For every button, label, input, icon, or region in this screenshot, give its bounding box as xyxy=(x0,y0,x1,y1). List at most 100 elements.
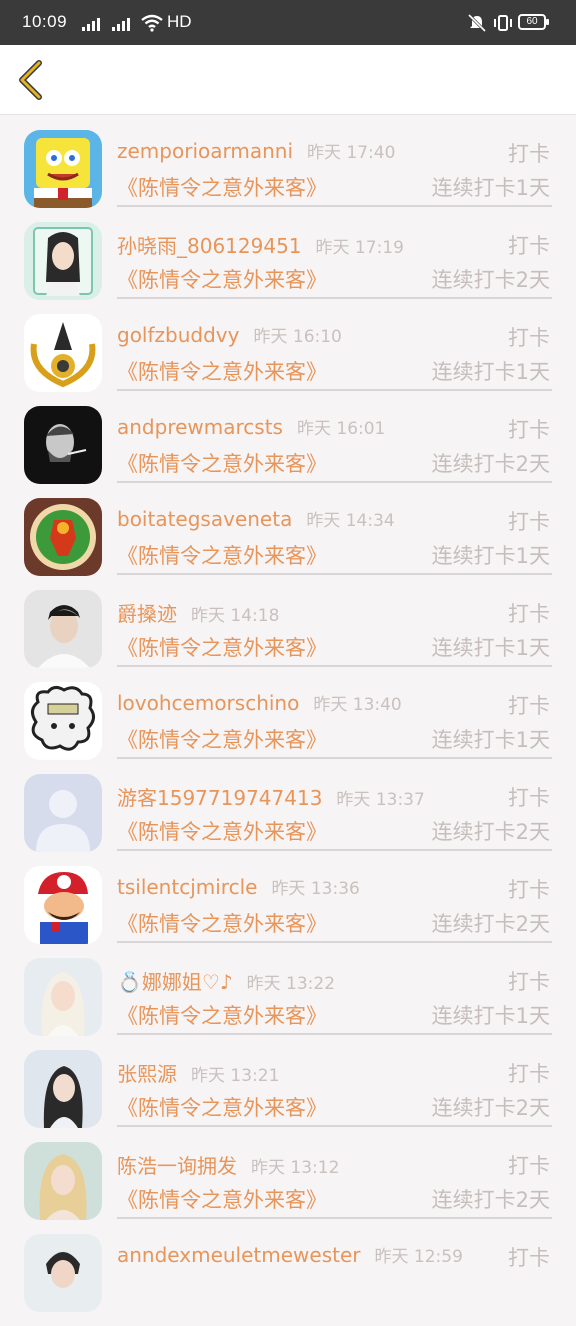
book-title[interactable]: 《陈情令之意外来客》 xyxy=(117,908,327,938)
vibrate-icon xyxy=(492,14,514,37)
user-name[interactable]: 💍娜娜姐♡♪ 昨天 13:22 xyxy=(117,966,335,995)
checkin-time: 昨天 13:36 xyxy=(271,879,360,899)
checkin-label: 打卡 xyxy=(508,510,550,534)
streak-label: 连续打卡1天 xyxy=(431,636,550,660)
checkin-time: 昨天 17:40 xyxy=(307,143,396,163)
checkin-label: 打卡 xyxy=(508,234,550,258)
avatar[interactable] xyxy=(24,1142,102,1220)
avatar[interactable] xyxy=(24,498,102,576)
streak-label: 连续打卡2天 xyxy=(431,452,550,476)
list-item[interactable]: 爵搡迹 昨天 14:18 打卡 《陈情令之意外来客》 连续打卡1天 xyxy=(0,590,576,682)
avatar[interactable] xyxy=(24,222,102,300)
user-name[interactable]: boitategsaveneta 昨天 14:34 xyxy=(117,506,395,531)
back-button[interactable] xyxy=(12,57,56,101)
divider xyxy=(117,573,552,575)
avatar[interactable] xyxy=(24,958,102,1036)
avatar[interactable] xyxy=(24,590,102,668)
checkin-label: 打卡 xyxy=(508,694,550,718)
streak-label: 连续打卡2天 xyxy=(431,820,550,844)
avatar[interactable] xyxy=(24,406,102,484)
streak-label: 连续打卡1天 xyxy=(431,1004,550,1028)
user-name[interactable]: 爵搡迹 昨天 14:18 xyxy=(117,598,279,627)
list-item[interactable]: lovohcemorschino 昨天 13:40 打卡 《陈情令之意外来客》 连… xyxy=(0,682,576,774)
user-name[interactable]: andprewmarcsts 昨天 16:01 xyxy=(117,414,385,439)
divider xyxy=(117,205,552,207)
avatar[interactable] xyxy=(24,774,102,852)
user-name[interactable]: 张熙源 昨天 13:21 xyxy=(117,1058,279,1087)
avatar[interactable] xyxy=(24,130,102,208)
checkin-time: 昨天 16:01 xyxy=(296,419,386,439)
list-item[interactable]: 张熙源 昨天 13:21 打卡 《陈情令之意外来客》 连续打卡2天 xyxy=(0,1050,576,1142)
book-title[interactable]: 《陈情令之意外来客》 xyxy=(117,264,327,294)
checkin-label: 打卡 xyxy=(508,602,550,626)
checkin-list: zemporioarmanni 昨天 17:40 打卡 《陈情令之意外来客》 连续… xyxy=(0,130,576,1326)
user-name[interactable]: anndexmeuletmewester 昨天 12:59 xyxy=(117,1242,463,1267)
status-time: 10:09 xyxy=(22,12,68,31)
streak-label: 连续打卡1天 xyxy=(431,176,550,200)
list-item[interactable]: zemporioarmanni 昨天 17:40 打卡 《陈情令之意外来客》 连续… xyxy=(0,130,576,222)
wifi-icon xyxy=(140,14,164,37)
list-item[interactable]: golfzbuddvy 昨天 16:10 打卡 《陈情令之意外来客》 连续打卡1天 xyxy=(0,314,576,406)
divider xyxy=(117,665,552,667)
avatar[interactable] xyxy=(24,1234,102,1312)
divider xyxy=(117,297,552,299)
checkin-time: 昨天 14:18 xyxy=(191,606,280,626)
status-bar: 10:09 HD 60 xyxy=(0,0,576,45)
streak-label: 连续打卡2天 xyxy=(431,912,550,936)
streak-label: 连续打卡1天 xyxy=(431,360,550,384)
book-title[interactable]: 《陈情令之意外来客》 xyxy=(117,632,327,662)
list-item[interactable]: tsilentcjmircle 昨天 13:36 打卡 《陈情令之意外来客》 连续… xyxy=(0,866,576,958)
list-item[interactable]: 孙晓雨_806129451 昨天 17:19 打卡 《陈情令之意外来客》 连续打卡… xyxy=(0,222,576,314)
book-title[interactable]: 《陈情令之意外来客》 xyxy=(117,448,327,478)
divider xyxy=(117,941,552,943)
user-name[interactable]: golfzbuddvy 昨天 16:10 xyxy=(117,322,342,347)
book-title[interactable]: 《陈情令之意外来客》 xyxy=(117,1000,327,1030)
book-title[interactable]: 《陈情令之意外来客》 xyxy=(117,1184,327,1214)
streak-label: 连续打卡2天 xyxy=(431,1096,550,1120)
list-item[interactable]: 陈浩一询拥发 昨天 13:12 打卡 《陈情令之意外来客》 连续打卡2天 xyxy=(0,1142,576,1234)
user-name[interactable]: 孙晓雨_806129451 昨天 17:19 xyxy=(117,230,404,259)
avatar[interactable] xyxy=(24,682,102,760)
book-title[interactable]: 《陈情令之意外来客》 xyxy=(117,540,327,570)
user-name[interactable]: 陈浩一询拥发 昨天 13:12 xyxy=(117,1150,339,1179)
checkin-time: 昨天 17:19 xyxy=(315,238,404,258)
user-name[interactable]: zemporioarmanni 昨天 17:40 xyxy=(117,138,395,163)
book-title[interactable]: 《陈情令之意外来客》 xyxy=(117,356,327,386)
checkin-label: 打卡 xyxy=(508,326,550,350)
book-title[interactable]: 《陈情令之意外来客》 xyxy=(117,172,327,202)
checkin-label: 打卡 xyxy=(508,142,550,166)
list-item[interactable]: boitategsaveneta 昨天 14:34 打卡 《陈情令之意外来客》 连… xyxy=(0,498,576,590)
battery-icon: 60 xyxy=(518,14,549,30)
checkin-time: 昨天 14:34 xyxy=(306,511,395,531)
top-bar xyxy=(0,45,576,115)
checkin-time: 昨天 13:40 xyxy=(313,695,402,715)
avatar[interactable] xyxy=(24,866,102,944)
book-title[interactable]: 《陈情令之意外来客》 xyxy=(117,724,327,754)
divider xyxy=(117,757,552,759)
streak-label: 连续打卡1天 xyxy=(431,544,550,568)
book-title[interactable]: 《陈情令之意外来客》 xyxy=(117,1092,327,1122)
divider xyxy=(117,1217,552,1219)
list-item[interactable]: anndexmeuletmewester 昨天 12:59 打卡 xyxy=(0,1234,576,1326)
checkin-label: 打卡 xyxy=(508,1246,550,1270)
list-item[interactable]: andprewmarcsts 昨天 16:01 打卡 《陈情令之意外来客》 连续打… xyxy=(0,406,576,498)
streak-label: 连续打卡2天 xyxy=(431,1188,550,1212)
list-item[interactable]: 游客1597719747413 昨天 13:37 打卡 《陈情令之意外来客》 连续… xyxy=(0,774,576,866)
book-title[interactable]: 《陈情令之意外来客》 xyxy=(117,816,327,846)
user-name[interactable]: lovohcemorschino 昨天 13:40 xyxy=(117,690,402,715)
checkin-time: 昨天 13:21 xyxy=(191,1066,280,1086)
avatar[interactable] xyxy=(24,314,102,392)
user-name[interactable]: tsilentcjmircle 昨天 13:36 xyxy=(117,874,360,899)
checkin-label: 打卡 xyxy=(508,1062,550,1086)
divider xyxy=(117,481,552,483)
user-name[interactable]: 游客1597719747413 昨天 13:37 xyxy=(117,782,425,811)
list-item[interactable]: 💍娜娜姐♡♪ 昨天 13:22 打卡 《陈情令之意外来客》 连续打卡1天 xyxy=(0,958,576,1050)
checkin-label: 打卡 xyxy=(508,970,550,994)
network-type: HD xyxy=(167,12,192,31)
checkin-label: 打卡 xyxy=(508,878,550,902)
avatar[interactable] xyxy=(24,1050,102,1128)
streak-label: 连续打卡2天 xyxy=(431,268,550,292)
divider xyxy=(117,849,552,851)
divider xyxy=(117,1033,552,1035)
divider xyxy=(117,389,552,391)
